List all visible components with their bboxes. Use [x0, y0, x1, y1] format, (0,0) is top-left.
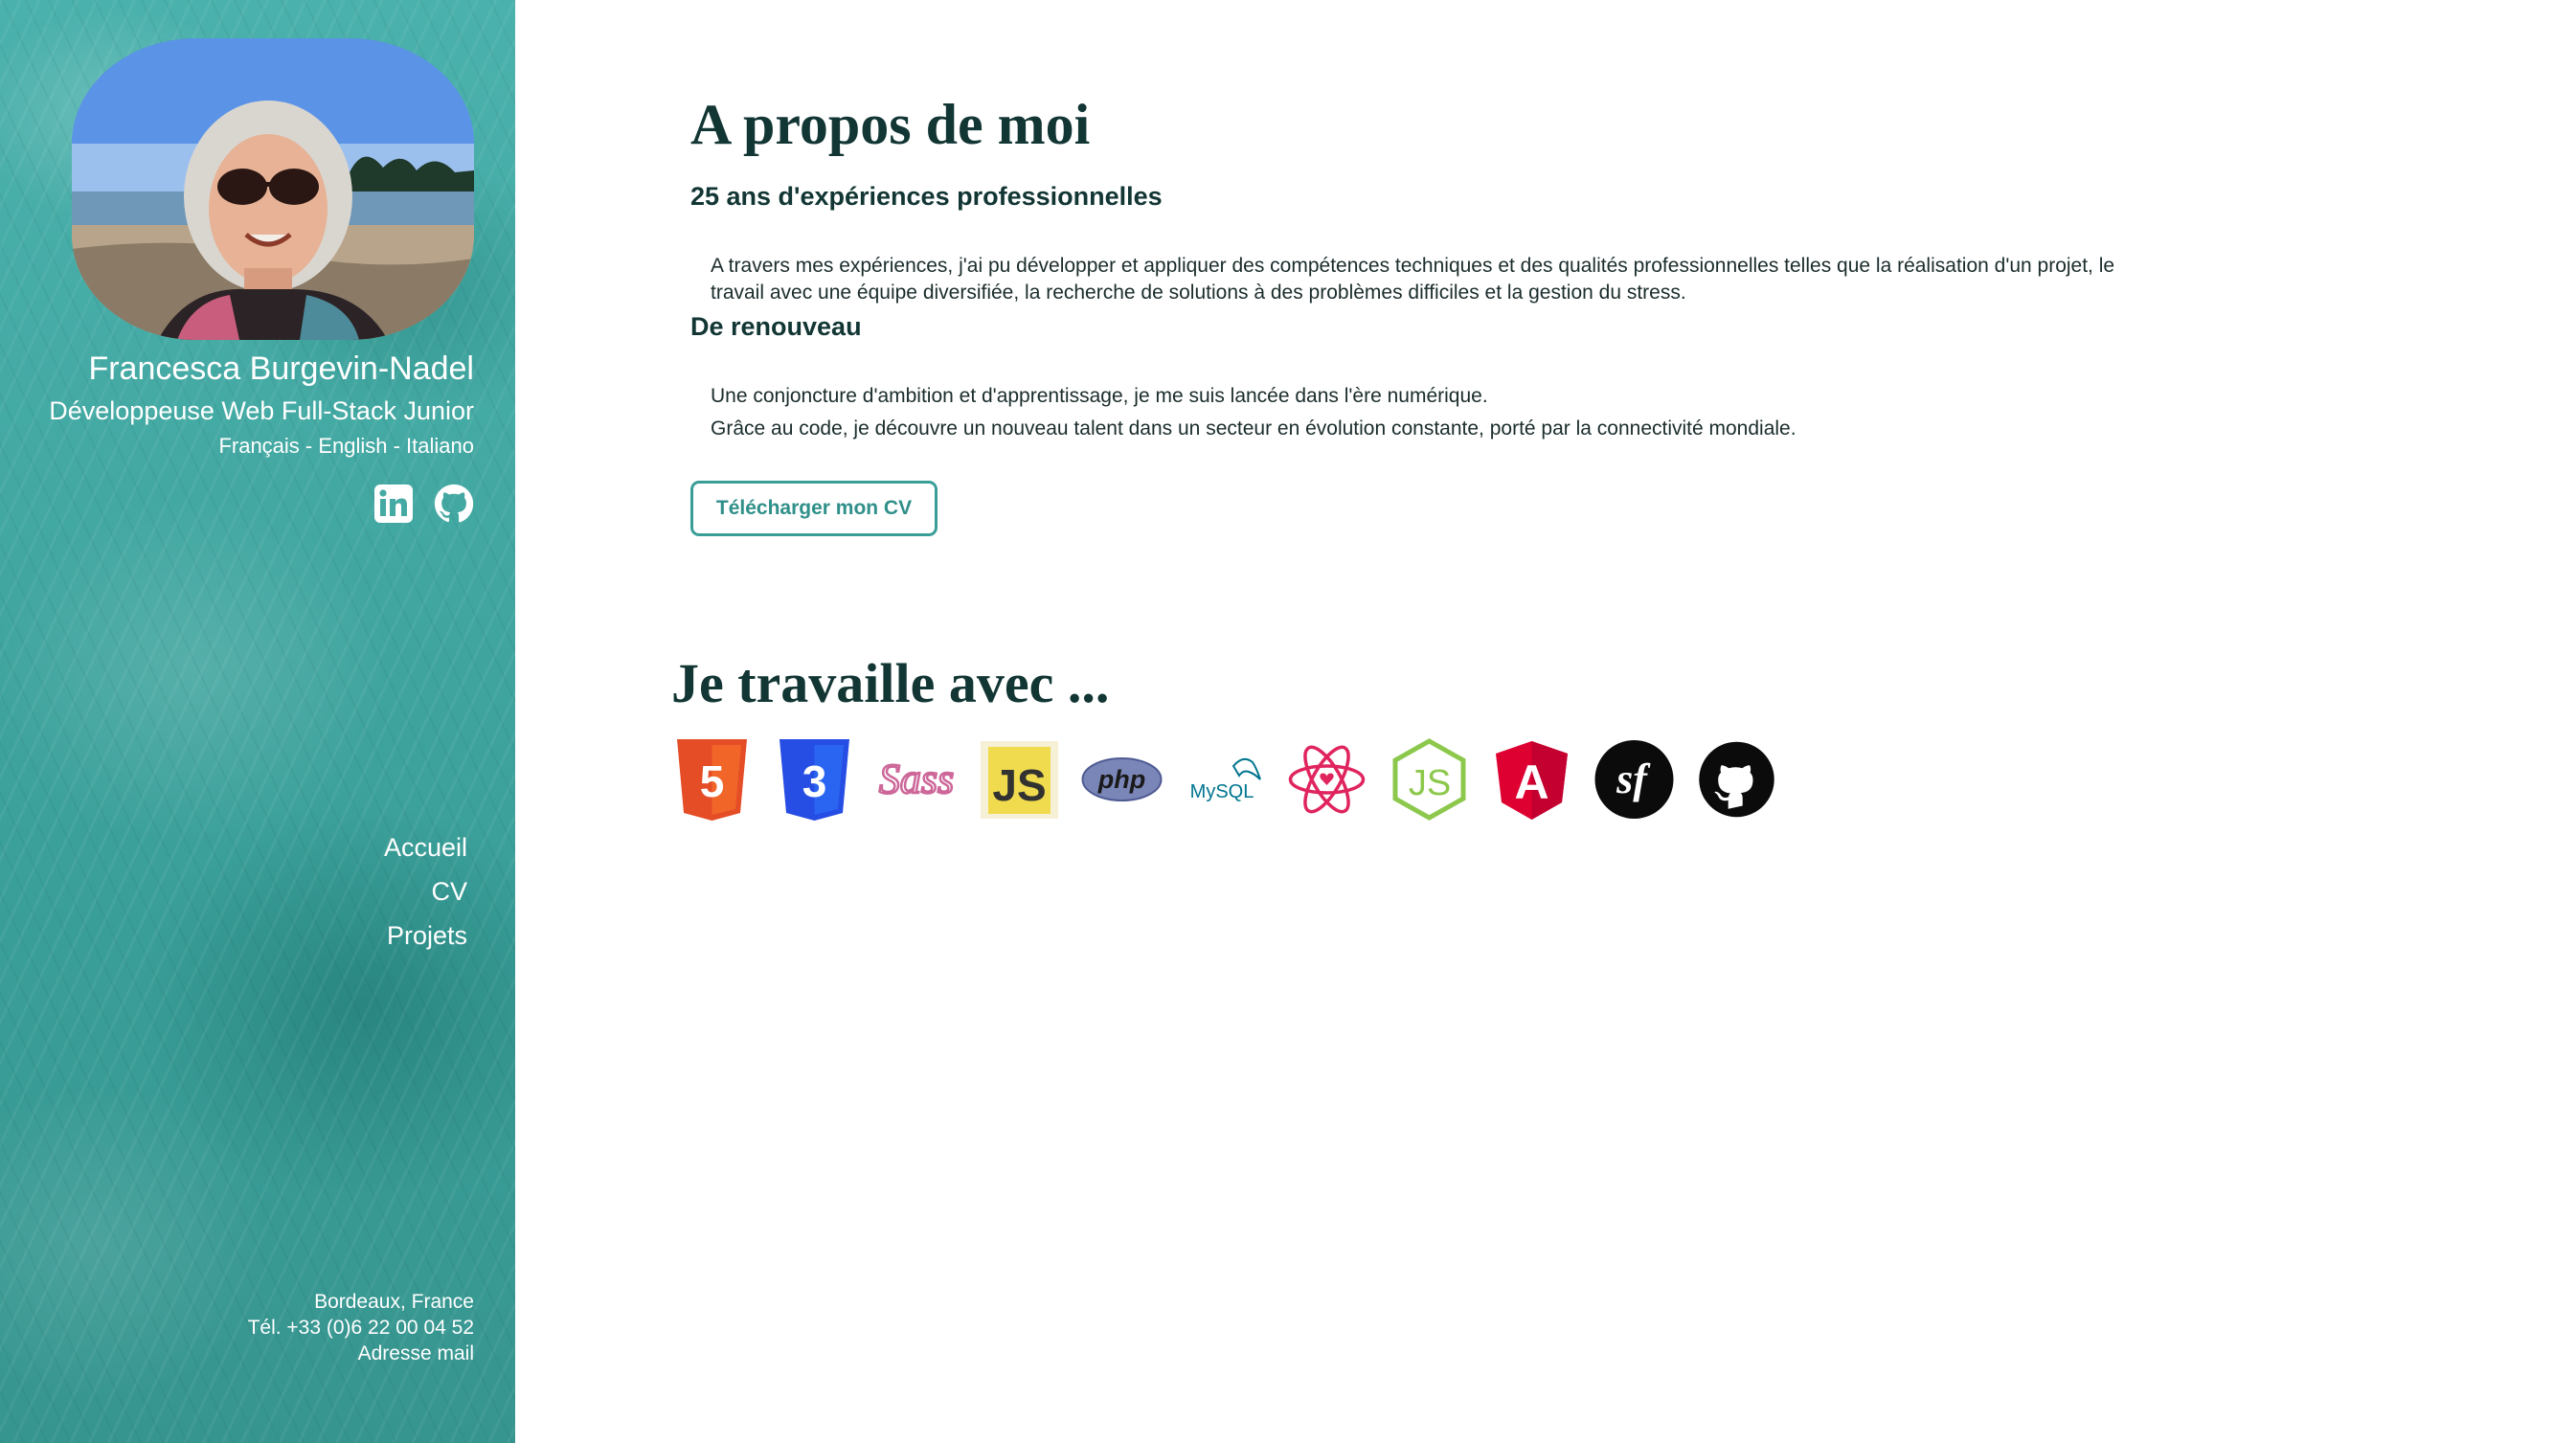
mysql-icon: MySQL: [1184, 737, 1265, 822]
sidebar: Francesca Burgevin-Nadel Développeuse We…: [0, 0, 515, 1443]
html5-icon: 5: [671, 737, 753, 822]
section-renewal-line2: Grâce au code, je découvre un nouveau ta…: [711, 417, 1796, 440]
react-icon: [1286, 737, 1367, 822]
svg-text:php: php: [1097, 765, 1145, 794]
section-experience-title: 25 ans d'expériences professionnelles: [690, 182, 1163, 211]
profile-role: Développeuse Web Full-Stack Junior: [49, 396, 474, 425]
avatar: [72, 38, 474, 340]
profile-name: Francesca Burgevin-Nadel: [88, 350, 474, 387]
svg-text:Sass: Sass: [879, 755, 954, 802]
section-renewal-title: De renouveau: [690, 312, 862, 341]
svg-text:A: A: [1514, 755, 1548, 809]
contact-phone: Tél. +33 (0)6 22 00 04 52: [247, 1317, 474, 1339]
contact-city: Bordeaux, France: [314, 1291, 474, 1313]
techs-title: Je travaille avec ...: [671, 652, 1110, 714]
php-icon: php: [1081, 737, 1163, 822]
tech-stack-list: 5 3 Sass JS php MySQL JS A sf: [671, 737, 1777, 822]
github-icon: [1696, 737, 1777, 822]
contact-info: Bordeaux, France Tél. +33 (0)6 22 00 04 …: [248, 1289, 474, 1366]
linkedin-icon[interactable]: [373, 484, 414, 524]
profile-languages: Français - English - Italiano: [218, 434, 474, 458]
svg-text:sf: sf: [1616, 755, 1651, 802]
github-icon[interactable]: [434, 484, 474, 524]
section-experience-text: A travers mes expériences, j'ai pu dével…: [711, 255, 2115, 304]
css3-icon: 3: [774, 737, 855, 822]
contact-email-link[interactable]: Adresse mail: [358, 1342, 474, 1364]
main-content: A propos de moi 25 ans d'expériences pro…: [515, 0, 2576, 1443]
section-renewal-line1: Une conjoncture d'ambition et d'apprenti…: [711, 385, 1488, 407]
download-cv-button[interactable]: Télécharger mon CV: [690, 481, 938, 536]
main-navigation: Accueil CV Projets: [384, 825, 467, 958]
svg-text:JS: JS: [992, 760, 1046, 810]
nav-item-projets[interactable]: Projets: [384, 913, 467, 958]
about-title: A propos de moi: [690, 93, 1091, 156]
svg-text:JS: JS: [1409, 763, 1451, 803]
nodejs-icon: JS: [1389, 737, 1470, 822]
angular-icon: A: [1491, 737, 1572, 822]
nav-item-cv[interactable]: CV: [384, 869, 467, 913]
nav-item-accueil[interactable]: Accueil: [384, 825, 467, 869]
svg-text:5: 5: [700, 756, 725, 806]
symfony-icon: sf: [1593, 737, 1675, 822]
sass-icon: Sass: [876, 737, 958, 822]
javascript-icon: JS: [979, 737, 1060, 822]
svg-text:3: 3: [802, 756, 827, 806]
